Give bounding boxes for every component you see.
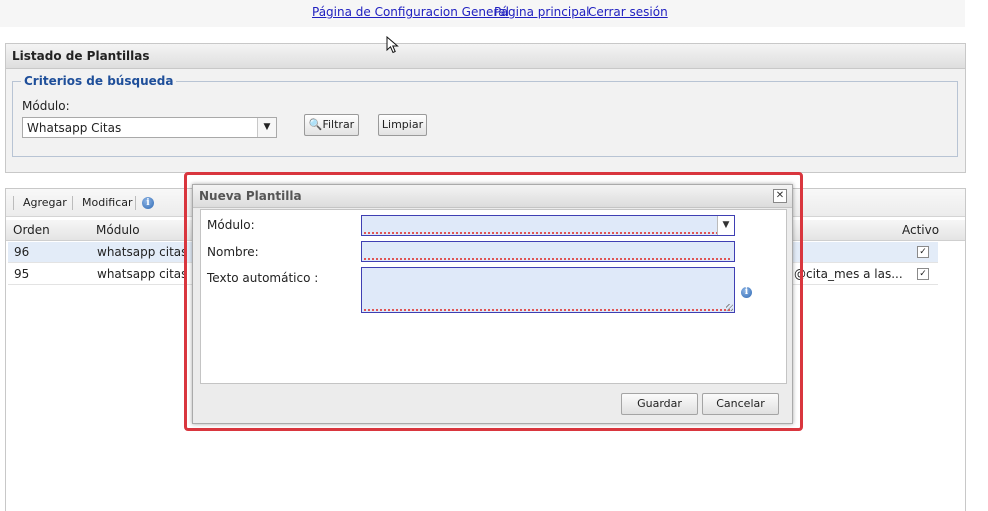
panel-title: Listado de Plantillas	[12, 49, 150, 63]
link-main-page[interactable]: Página principal	[494, 5, 590, 19]
criteria-legend: Criterios de búsqueda	[21, 74, 177, 88]
column-header-order[interactable]: Orden	[13, 223, 50, 237]
filter-button[interactable]: 🔍Filtrar	[304, 114, 359, 136]
dialog-title: Nueva Plantilla	[199, 189, 302, 203]
cell-text: @cita_mes a las...	[794, 267, 903, 281]
spellcheck-underline	[364, 309, 732, 311]
panel-header: Listado de Plantillas	[6, 44, 965, 69]
chevron-down-icon: ▼	[717, 216, 734, 235]
cell-module: whatsapp citas	[97, 245, 188, 259]
active-checkbox[interactable]: ✓	[917, 268, 929, 280]
close-icon[interactable]: ✕	[773, 189, 787, 203]
modify-button[interactable]: Modificar	[82, 196, 133, 209]
mouse-cursor-icon	[386, 36, 399, 54]
dialog-form: Módulo: ▼ Nombre: Texto automático : i	[200, 209, 787, 384]
dialog-name-label: Nombre:	[207, 245, 259, 259]
module-select-value: Whatsapp Citas	[27, 121, 122, 135]
chevron-down-icon: ▼	[257, 118, 276, 137]
toolbar-separator	[135, 196, 136, 210]
cancel-button[interactable]: Cancelar	[702, 393, 779, 415]
cell-module: whatsapp citas	[97, 267, 188, 281]
column-header-active[interactable]: Activo	[902, 223, 939, 237]
dialog-module-select[interactable]: ▼	[361, 215, 735, 236]
resize-grip-icon[interactable]	[726, 304, 733, 311]
link-logout[interactable]: Cerrar sesión	[588, 5, 668, 19]
dialog-module-label: Módulo:	[207, 218, 255, 232]
dialog-titlebar[interactable]: Nueva Plantilla ✕	[193, 185, 792, 208]
cell-order: 96	[14, 245, 30, 259]
active-checkbox[interactable]: ✓	[917, 246, 929, 258]
templates-panel: Listado de Plantillas Criterios de búsqu…	[5, 43, 966, 173]
cell-order: 95	[14, 267, 30, 281]
clear-button[interactable]: Limpiar	[378, 114, 427, 136]
save-button[interactable]: Guardar	[621, 393, 698, 415]
column-header-module[interactable]: Módulo	[96, 223, 140, 237]
magnifier-icon: 🔍	[308, 118, 323, 131]
new-template-dialog: Nueva Plantilla ✕ Módulo: ▼ Nombre: Text…	[192, 184, 793, 424]
dialog-name-input[interactable]	[361, 241, 735, 262]
info-icon[interactable]: i	[741, 287, 752, 298]
dialog-text-label: Texto automático :	[207, 271, 319, 285]
info-icon[interactable]: i	[142, 197, 154, 209]
dialog-text-textarea[interactable]	[361, 267, 735, 313]
add-button[interactable]: Agregar	[23, 196, 67, 209]
link-general-config[interactable]: Página de Configuracion General	[312, 5, 509, 19]
module-label: Módulo:	[22, 99, 70, 113]
toolbar-separator	[13, 196, 14, 210]
filter-button-label: Filtrar	[322, 118, 355, 131]
top-links-bar: Página de Configuracion General Página p…	[0, 0, 965, 27]
module-select[interactable]: Whatsapp Citas ▼	[22, 117, 277, 138]
spellcheck-underline	[364, 232, 732, 234]
toolbar-separator	[72, 196, 73, 210]
spellcheck-underline	[364, 258, 732, 260]
